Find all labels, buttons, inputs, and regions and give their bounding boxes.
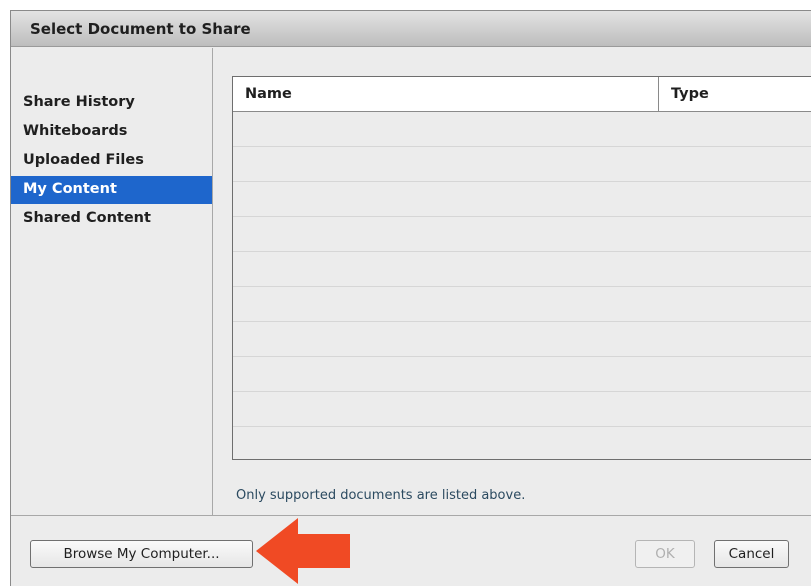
cancel-button[interactable]: Cancel [714,540,789,568]
column-header-type[interactable]: Type [659,77,811,111]
column-header-name[interactable]: Name [233,77,659,111]
sidebar-item-shared-content[interactable]: Shared Content [11,205,212,233]
content-panel: Name Type Only supported documents are l… [214,48,811,515]
table-header: Name Type [233,77,811,112]
sidebar-item-share-history[interactable]: Share History [11,89,212,117]
dialog-footer: Browse My Computer... OK Cancel [11,515,811,586]
table-row[interactable] [233,287,811,322]
table-row[interactable] [233,357,811,392]
sidebar-item-my-content[interactable]: My Content [11,176,212,204]
sidebar-item-whiteboards[interactable]: Whiteboards [11,118,212,146]
left-arrow-icon [256,518,350,584]
table-row[interactable] [233,392,811,427]
document-table[interactable]: Name Type [232,76,811,460]
dialog-title: Select Document to Share [30,20,251,38]
table-row[interactable] [233,112,811,147]
table-row[interactable] [233,147,811,182]
table-row[interactable] [233,182,811,217]
table-row[interactable] [233,322,811,357]
supported-documents-note: Only supported documents are listed abov… [236,488,526,503]
select-document-dialog: Select Document to Share Share History W… [10,10,811,586]
ok-button[interactable]: OK [635,540,695,568]
sidebar-item-uploaded-files[interactable]: Uploaded Files [11,147,212,175]
browse-my-computer-button[interactable]: Browse My Computer... [30,540,253,568]
table-row[interactable] [233,217,811,252]
sidebar: Share History Whiteboards Uploaded Files… [11,48,213,515]
dialog-titlebar: Select Document to Share [11,11,811,47]
table-row[interactable] [233,252,811,287]
